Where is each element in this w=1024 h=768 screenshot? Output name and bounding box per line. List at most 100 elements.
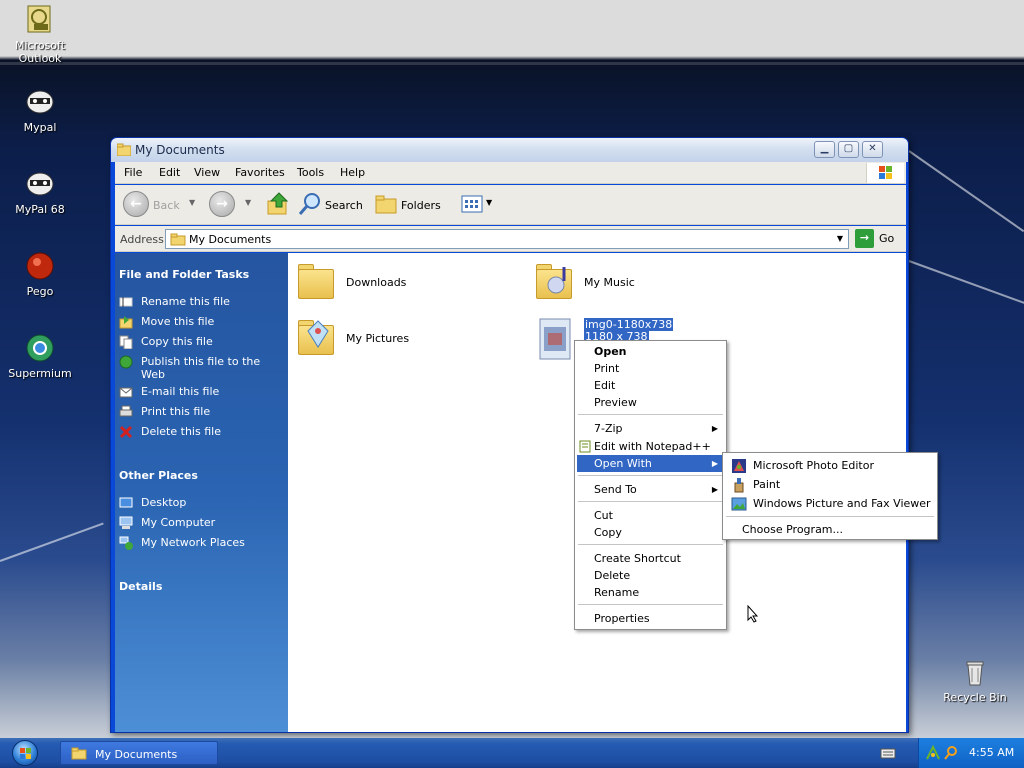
desktop-icon-mypal[interactable]: Mypal <box>1 86 79 134</box>
desktop-icon-mypal-68[interactable]: MyPal 68 <box>1 168 79 216</box>
ctx-edit[interactable]: Edit <box>577 377 724 394</box>
copy-file-icon <box>119 335 133 349</box>
open-with-photo-editor[interactable]: Microsoft Photo Editor <box>725 457 935 474</box>
maximize-button[interactable]: ▢ <box>838 141 859 158</box>
desktop-icon-label: Mypal <box>23 121 57 134</box>
ctx-send-to[interactable]: Send To ▶ <box>577 481 724 498</box>
ctx-edit-notepad[interactable]: Edit with Notepad++ <box>577 438 724 455</box>
folders-label: Folders <box>401 199 441 212</box>
open-with-choose-program[interactable]: Choose Program... <box>725 521 935 538</box>
search-icon <box>298 193 320 215</box>
ctx-rename[interactable]: Rename <box>577 584 724 601</box>
music-folder-icon <box>534 261 574 303</box>
back-button[interactable]: ← Back ▼ <box>123 191 203 219</box>
folder-my-pictures[interactable]: My Pictures <box>296 317 496 365</box>
folders-button[interactable]: Folders <box>373 191 447 219</box>
desktop-icon-label: Pego <box>26 285 54 298</box>
context-menu: Open Print Edit Preview 7-Zip ▶ Edit wit… <box>574 340 727 630</box>
forward-button[interactable]: → ▼ <box>209 191 259 219</box>
go-button[interactable]: → Go <box>855 229 903 249</box>
window-title: My Documents <box>135 143 225 157</box>
ctx-open-with[interactable]: Open With ▶ <box>577 455 724 472</box>
folder-downloads[interactable]: Downloads <box>296 261 496 309</box>
menu-separator <box>726 516 934 517</box>
menu-favorites[interactable]: Favorites <box>235 166 285 179</box>
network-icon <box>119 536 133 550</box>
views-button[interactable]: ▼ <box>459 191 495 219</box>
keyboard-icon[interactable] <box>880 747 896 759</box>
close-icon: ✕ <box>868 143 877 154</box>
address-bar: Address My Documents ▼ → Go <box>115 226 906 252</box>
ctx-properties[interactable]: Properties <box>577 610 724 627</box>
pictures-folder-icon <box>296 317 336 359</box>
desktop-icon-recycle-bin[interactable]: Recycle Bin <box>936 656 1014 704</box>
taskbar-item-my-documents[interactable]: My Documents <box>60 741 218 765</box>
pego-icon <box>24 250 56 282</box>
menu-edit[interactable]: Edit <box>159 166 180 179</box>
file-name: My Pictures <box>346 332 410 345</box>
details-heading[interactable]: Details <box>119 580 162 593</box>
folder-icon <box>296 261 336 303</box>
wallpaper-beam <box>908 260 1024 310</box>
ctx-preview[interactable]: Preview <box>577 394 724 411</box>
desktop-icon-pego[interactable]: Pego <box>1 250 79 298</box>
menu-bar: File Edit View Favorites Tools Help <box>115 162 906 184</box>
recycle-bin-icon <box>959 656 991 688</box>
menu-separator <box>578 604 723 605</box>
address-dropdown-icon[interactable]: ▼ <box>832 230 848 248</box>
cursor-icon <box>747 605 759 623</box>
place-label: My Network Places <box>141 536 245 549</box>
task-label: Publish this file to the Web <box>141 355 261 381</box>
task-publish-file[interactable]: Publish this file to the Web <box>119 355 269 383</box>
menu-separator <box>578 475 723 476</box>
open-with-paint[interactable]: Paint <box>725 476 935 493</box>
close-button[interactable]: ✕ <box>862 141 883 158</box>
notepad-plus-icon <box>579 440 591 453</box>
clock[interactable]: 4:55 AM <box>969 746 1014 759</box>
ctx-print[interactable]: Print <box>577 360 724 377</box>
menu-help[interactable]: Help <box>340 166 365 179</box>
task-label: Rename this file <box>141 295 230 308</box>
task-pane: File and Folder Tasks Rename this file M… <box>115 253 288 732</box>
ctx-copy[interactable]: Copy <box>577 524 724 541</box>
open-with-picture-viewer[interactable]: Windows Picture and Fax Viewer <box>725 495 935 512</box>
address-input[interactable]: My Documents ▼ <box>165 229 849 249</box>
ctx-delete[interactable]: Delete <box>577 567 724 584</box>
search-button[interactable]: Search <box>297 191 369 219</box>
open-with-label: Paint <box>753 478 781 491</box>
file-folder-tasks-heading[interactable]: File and Folder Tasks <box>119 268 249 281</box>
desktop-icon <box>119 497 133 508</box>
menu-tools[interactable]: Tools <box>297 166 324 179</box>
task-label: Copy this file <box>141 335 213 348</box>
back-label: Back <box>153 199 180 212</box>
submenu-arrow-icon: ▶ <box>711 459 718 468</box>
ctx-cut[interactable]: Cut <box>577 507 724 524</box>
address-label: Address <box>120 233 164 246</box>
up-folder-button[interactable] <box>265 191 291 219</box>
folder-my-music[interactable]: My Music <box>534 261 734 309</box>
ctx-open[interactable]: Open <box>577 343 724 360</box>
desktop-icon-outlook[interactable]: Microsoft Outlook <box>1 4 79 65</box>
minimize-button[interactable]: ▁ <box>814 141 835 158</box>
desktop-icon-label: MyPal 68 <box>15 203 65 216</box>
search-tray-icon[interactable] <box>943 745 959 761</box>
ctx-7zip[interactable]: 7-Zip ▶ <box>577 420 724 437</box>
title-bar[interactable]: My Documents ▁ ▢ ✕ <box>111 138 908 162</box>
chevron-down-icon: ▼ <box>486 198 493 207</box>
image-file-icon <box>534 317 574 360</box>
ctx-create-shortcut[interactable]: Create Shortcut <box>577 550 724 567</box>
folder-icon <box>71 747 87 760</box>
delete-x-icon <box>119 425 133 439</box>
menu-view[interactable]: View <box>194 166 220 179</box>
menu-file[interactable]: File <box>124 166 142 179</box>
ctx-7zip-label: 7-Zip <box>594 422 623 435</box>
network-tray-icon[interactable] <box>925 745 941 761</box>
ctx-notepad-label: Edit with Notepad++ <box>594 440 711 453</box>
other-places-heading[interactable]: Other Places <box>119 469 198 482</box>
photo-editor-icon <box>732 459 746 473</box>
menu-separator <box>578 544 723 545</box>
printer-icon <box>119 405 133 417</box>
desktop-icon-supermium[interactable]: Supermium <box>1 332 79 380</box>
start-button[interactable] <box>6 739 44 767</box>
maximize-icon: ▢ <box>843 143 854 154</box>
